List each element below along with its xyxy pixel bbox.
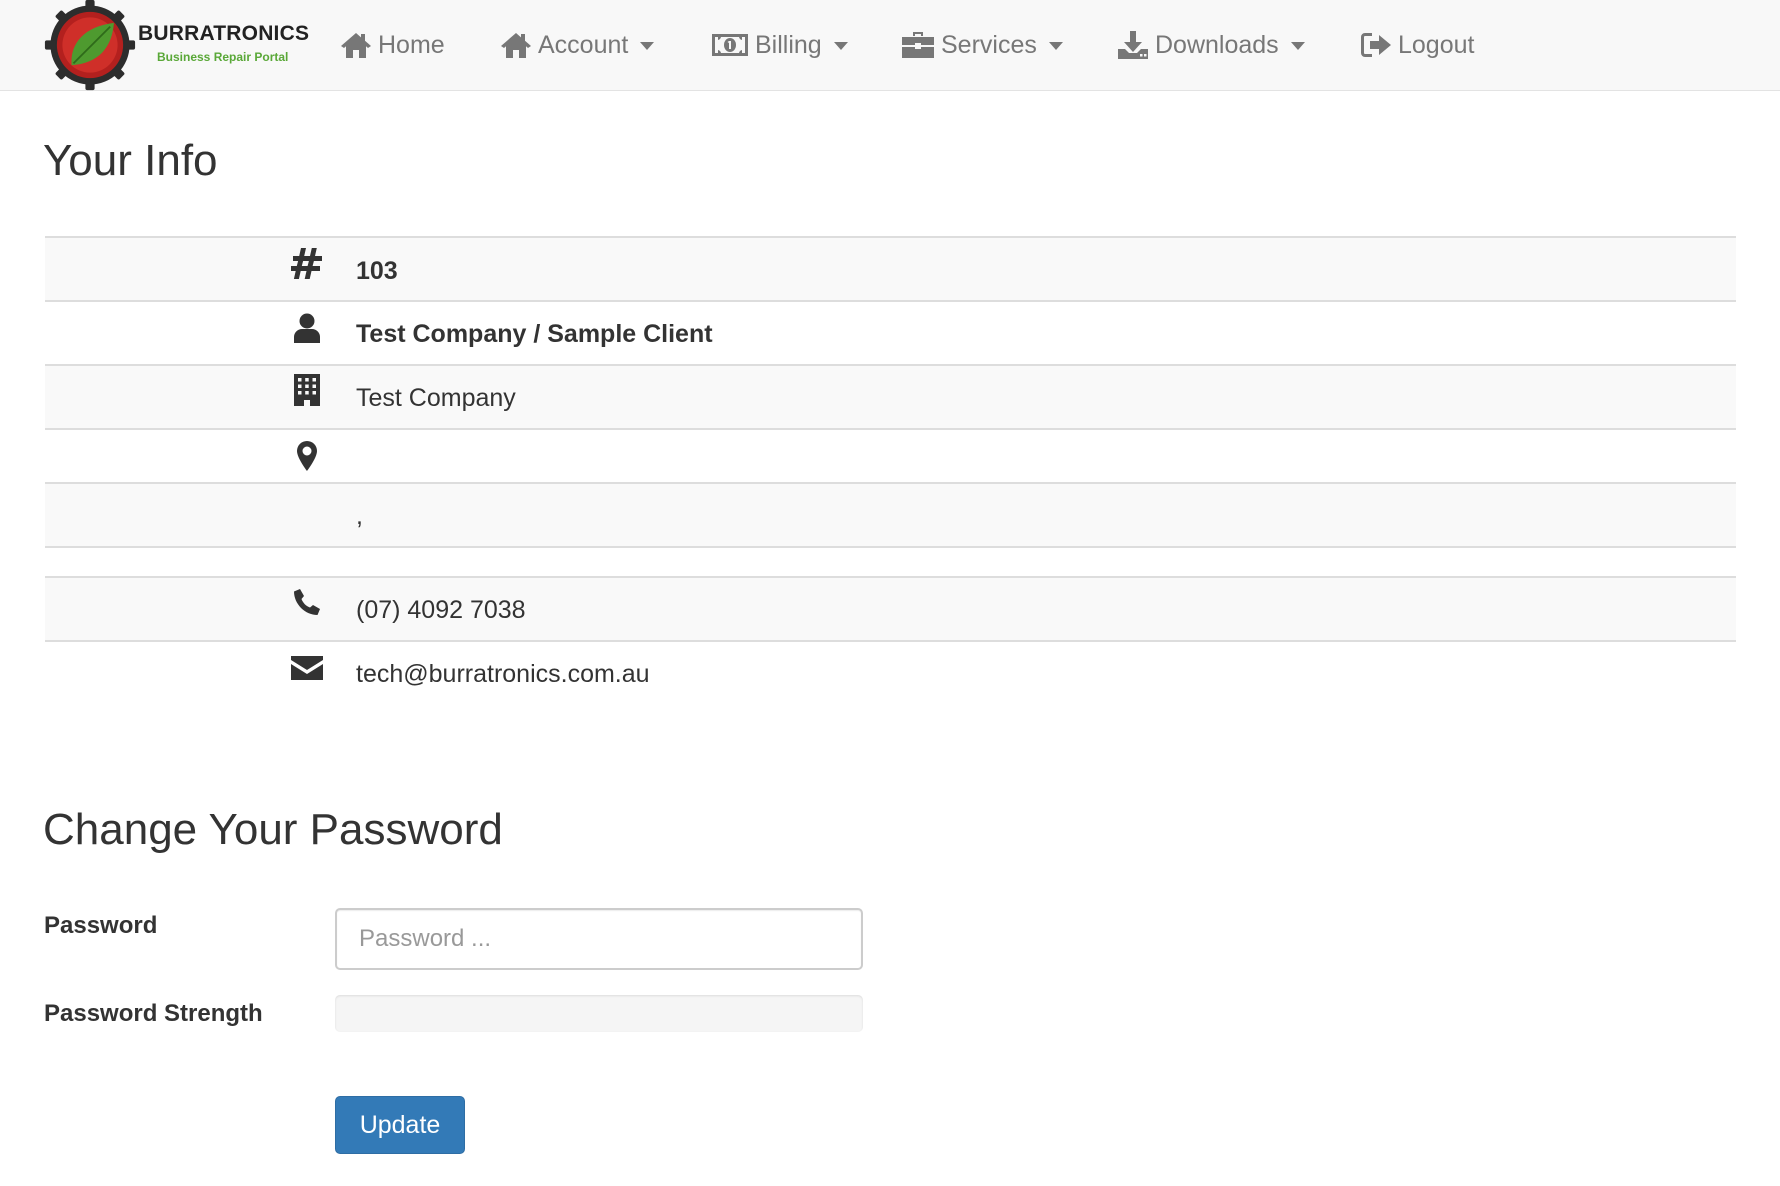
home-icon — [501, 33, 531, 58]
nav-services-label: Services — [941, 30, 1037, 59]
home-icon — [341, 33, 371, 58]
info-row-address — [45, 428, 1736, 482]
nav-home[interactable]: Home — [340, 0, 445, 90]
info-row-number: 103 — [45, 236, 1736, 300]
nav-account[interactable]: Account — [500, 0, 655, 90]
update-button[interactable]: Update — [335, 1096, 465, 1154]
nav-downloads-label: Downloads — [1155, 30, 1279, 59]
brand[interactable]: BURRATRONICS Business Repair Portal — [44, 0, 309, 91]
logout-icon — [1361, 33, 1391, 57]
nav-account-label: Account — [538, 30, 629, 59]
chevron-down-icon — [640, 42, 655, 50]
info-row-email: tech@burratronics.com.au — [45, 640, 1736, 704]
password-strength-label: Password Strength — [44, 1000, 263, 1027]
envelope-icon — [287, 654, 327, 682]
brand-name: BURRATRONICS — [138, 22, 310, 45]
hash-icon — [287, 246, 327, 280]
brand-tagline: Business Repair Portal — [157, 50, 289, 64]
password-input[interactable] — [335, 908, 863, 970]
user-icon — [287, 313, 327, 343]
brand-logo-icon — [44, 0, 136, 91]
password-strength-meter — [335, 995, 863, 1032]
client-number: 103 — [356, 257, 398, 285]
brand-text: BURRATRONICS Business Repair Portal — [138, 22, 309, 64]
client-name: Test Company / Sample Client — [356, 320, 713, 348]
chevron-down-icon — [1290, 42, 1305, 50]
info-row-phone: (07) 4092 7038 — [45, 576, 1736, 640]
company-name: Test Company — [356, 384, 516, 412]
info-row-empty — [45, 546, 1736, 576]
nav-home-label: Home — [378, 30, 445, 59]
nav-logout-label: Logout — [1398, 30, 1475, 59]
email-address: tech@burratronics.com.au — [356, 660, 650, 688]
nav-billing[interactable]: Billing — [711, 0, 848, 90]
info-row-company: Test Company — [45, 364, 1736, 428]
building-icon — [287, 373, 327, 407]
nav-logout[interactable]: Logout — [1360, 0, 1474, 90]
phone-icon — [287, 588, 327, 616]
nav-billing-label: Billing — [755, 30, 822, 59]
phone-number: (07) 4092 7038 — [356, 596, 526, 624]
download-icon — [1118, 31, 1148, 59]
info-row-address-2: , — [45, 482, 1736, 546]
chevron-down-icon — [1048, 42, 1063, 50]
password-label: Password — [44, 912, 158, 939]
chevron-down-icon — [833, 42, 848, 50]
change-password-title: Change Your Password — [43, 805, 503, 854]
info-table: 103 Test Company / Sample Client Test Co… — [45, 236, 1736, 704]
info-row-name: Test Company / Sample Client — [45, 300, 1736, 364]
money-icon — [712, 34, 748, 56]
map-marker-icon — [287, 440, 327, 472]
briefcase-icon — [902, 32, 934, 58]
top-navbar: BURRATRONICS Business Repair Portal Home… — [0, 0, 1780, 91]
nav-downloads[interactable]: Downloads — [1117, 0, 1305, 90]
nav-services[interactable]: Services — [901, 0, 1063, 90]
your-info-title: Your Info — [43, 136, 218, 185]
address-line-2: , — [356, 502, 363, 530]
